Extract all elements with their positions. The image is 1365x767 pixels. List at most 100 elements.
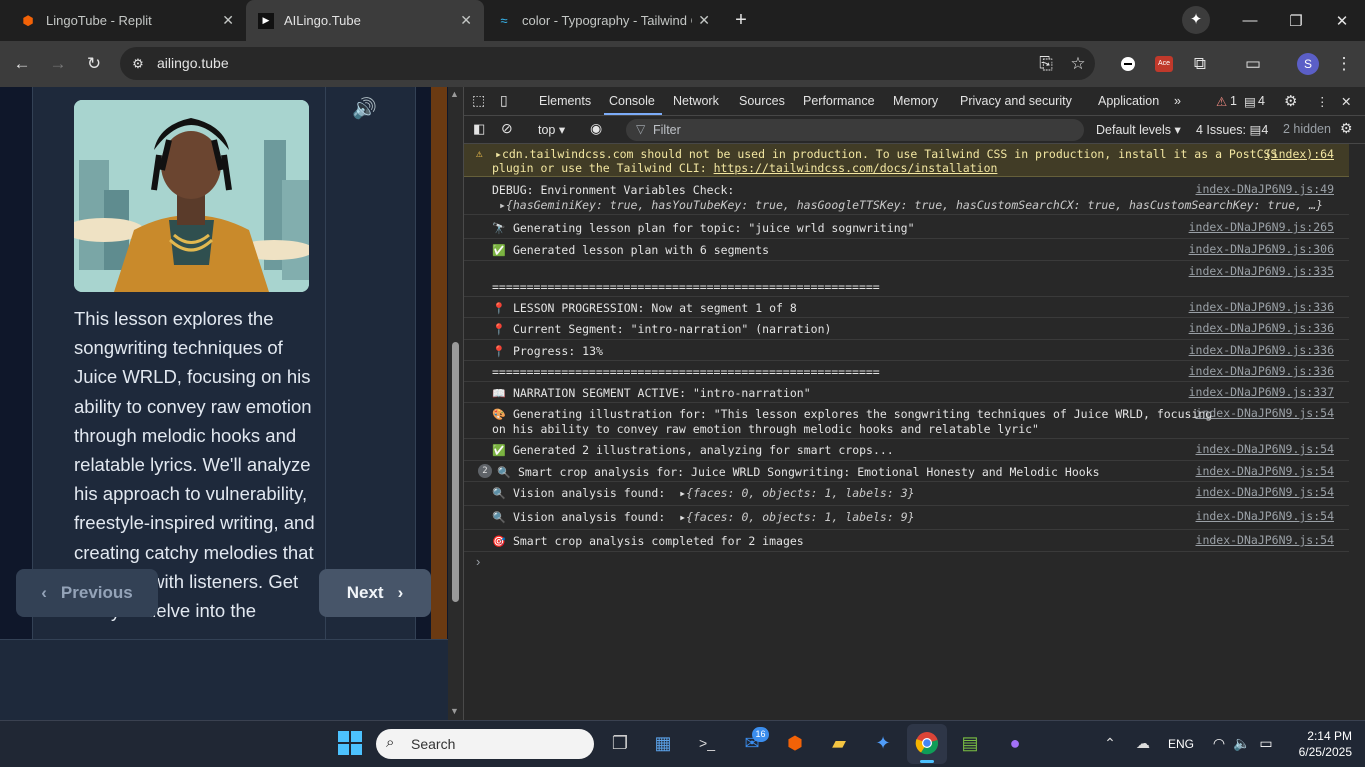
onedrive-icon[interactable]: ☁: [1128, 728, 1158, 758]
replit-app-icon[interactable]: ⬢: [780, 728, 810, 758]
settings-gear-icon[interactable]: ⚙: [1284, 92, 1297, 110]
source-link[interactable]: index-DNaJP6N9.js:306: [1189, 242, 1334, 256]
more-tabs-icon[interactable]: »: [1174, 94, 1181, 108]
notepad-app-icon[interactable]: ▤: [955, 728, 985, 758]
terminal-app-icon[interactable]: >_: [692, 728, 722, 758]
source-link[interactable]: index-DNaJP6N9.js:54: [1196, 509, 1334, 523]
github-app-icon[interactable]: ●: [1000, 728, 1030, 758]
issues-button[interactable]: 4 Issues: ▤4: [1196, 122, 1268, 137]
live-expression-eye-icon[interactable]: ◉: [590, 120, 602, 137]
windows-start-icon[interactable]: [335, 728, 365, 758]
battery-icon[interactable]: ▭: [1251, 728, 1281, 758]
url-text[interactable]: ailingo.tube: [157, 55, 229, 71]
tab-tailwind[interactable]: ≈ color - Typography - Tailwind C ✕: [484, 0, 722, 41]
filter-input[interactable]: ▽ Filter: [626, 119, 1084, 141]
photos-app-icon[interactable]: ▦: [648, 728, 678, 758]
close-window-button[interactable]: ✕: [1319, 0, 1365, 41]
target-icon: 🎯: [492, 535, 506, 548]
address-bar[interactable]: [120, 47, 1095, 80]
file-explorer-icon[interactable]: ▰: [824, 728, 854, 758]
source-link[interactable]: index-DNaJP6N9.js:336: [1189, 300, 1334, 314]
source-link[interactable]: index-DNaJP6N9.js:336: [1189, 343, 1334, 357]
warning-count[interactable]: 1: [1230, 94, 1237, 108]
object-preview[interactable]: {faces: 0, objects: 1, labels: 3}: [686, 486, 914, 500]
tab-memory[interactable]: Memory: [893, 94, 938, 108]
back-icon[interactable]: ←: [8, 50, 36, 78]
clear-console-icon[interactable]: ⊘: [501, 120, 513, 137]
source-link[interactable]: index-DNaJP6N9.js:336: [1189, 321, 1334, 335]
extensions-puzzle-icon[interactable]: ⧉: [1186, 50, 1214, 78]
speaker-icon[interactable]: 🔊: [352, 96, 377, 121]
profile-avatar[interactable]: S: [1297, 53, 1319, 75]
message-count[interactable]: 4: [1258, 94, 1265, 108]
copilot-app-icon[interactable]: ✦: [868, 728, 898, 758]
source-link[interactable]: index-DNaJP6N9.js:337: [1189, 385, 1334, 399]
device-toolbar-icon[interactable]: ▯: [500, 92, 508, 109]
close-icon[interactable]: ✕: [698, 12, 710, 29]
ailingo-icon: ▶: [258, 12, 274, 29]
close-icon[interactable]: ✕: [222, 12, 234, 29]
log-levels-select[interactable]: Default levels ▾: [1096, 122, 1181, 137]
page-scrollbar[interactable]: ▲ ▼: [448, 87, 463, 720]
source-link[interactable]: index-DNaJP6N9.js:265: [1189, 220, 1334, 234]
previous-button[interactable]: ‹ Previous: [16, 569, 158, 617]
source-link[interactable]: index-DNaJP6N9.js:54: [1196, 533, 1334, 547]
clock[interactable]: 2:14 PM 6/25/2025: [1290, 728, 1352, 760]
close-devtools-icon[interactable]: ✕: [1341, 94, 1351, 109]
source-link[interactable]: index-DNaJP6N9.js:49: [1196, 182, 1334, 196]
tab-console[interactable]: Console: [609, 94, 655, 108]
gemini-icon[interactable]: ✦: [1182, 6, 1210, 34]
scrollbar-thumb[interactable]: [452, 342, 459, 602]
scroll-down-icon[interactable]: ▼: [450, 706, 459, 716]
site-info-icon[interactable]: ⚙: [128, 54, 148, 74]
maximize-button[interactable]: ❐: [1273, 0, 1319, 41]
source-link[interactable]: index-DNaJP6N9.js:335: [1189, 264, 1334, 278]
taskbar-search[interactable]: ⌕ Search: [376, 729, 594, 759]
reload-icon[interactable]: ↻: [80, 50, 108, 78]
forward-icon[interactable]: →: [44, 50, 72, 78]
tab-search-icon[interactable]: ▭: [1239, 50, 1267, 78]
devtools-menu-icon[interactable]: ⋮: [1316, 94, 1329, 109]
source-link[interactable]: index-DNaJP6N9.js:336: [1189, 364, 1334, 378]
source-link[interactable]: index-DNaJP6N9.js:54: [1196, 406, 1334, 420]
close-icon[interactable]: ✕: [460, 12, 472, 29]
pin-icon: 📍: [492, 345, 506, 358]
source-link[interactable]: index-DNaJP6N9.js:54: [1196, 485, 1334, 499]
inspect-element-icon[interactable]: ⬚: [472, 92, 485, 109]
menu-kebab-icon[interactable]: ⋮: [1330, 50, 1358, 78]
install-app-icon[interactable]: ⎘: [1032, 50, 1060, 78]
tray-overflow-icon[interactable]: ⌃: [1095, 728, 1125, 758]
tab-application[interactable]: Application: [1098, 94, 1159, 108]
new-tab-button[interactable]: +: [730, 9, 752, 31]
language-indicator[interactable]: ENG: [1168, 737, 1194, 751]
docs-link[interactable]: https://tailwindcss.com/docs/installatio…: [714, 161, 998, 175]
bookmark-star-icon[interactable]: ☆: [1064, 50, 1092, 78]
object-preview[interactable]: {hasGeminiKey: true, hasYouTubeKey: true…: [506, 198, 1323, 212]
tab-network[interactable]: Network: [673, 94, 719, 108]
tab-privacy-security[interactable]: Privacy and security: [960, 94, 1072, 108]
expand-arrow-icon[interactable]: ▸: [495, 147, 502, 161]
tab-performance[interactable]: Performance: [803, 94, 875, 108]
console-prompt-icon[interactable]: ›: [476, 554, 480, 569]
adblock-extension-icon[interactable]: Ace: [1150, 50, 1178, 78]
scroll-up-icon[interactable]: ▲: [450, 89, 459, 99]
tab-ailingo[interactable]: ▶ AILingo.Tube ✕: [246, 0, 484, 41]
extension-icon[interactable]: [1114, 50, 1142, 78]
console-settings-icon[interactable]: ⚙: [1340, 120, 1353, 137]
sidebar-toggle-icon[interactable]: ◧: [473, 121, 485, 137]
source-link[interactable]: (index):64: [1265, 147, 1334, 161]
expand-arrow-icon[interactable]: ▸: [499, 198, 506, 212]
context-select[interactable]: top ▾: [538, 122, 565, 137]
next-button[interactable]: Next ›: [319, 569, 431, 617]
task-view-icon[interactable]: ❐: [605, 728, 635, 758]
source-link[interactable]: index-DNaJP6N9.js:54: [1196, 442, 1334, 456]
tab-sources[interactable]: Sources: [739, 94, 785, 108]
tab-lingotube-replit[interactable]: ⬢ LingoTube - Replit ✕: [8, 0, 246, 41]
minimize-button[interactable]: —: [1227, 0, 1273, 41]
tab-elements[interactable]: Elements: [539, 94, 591, 108]
source-link[interactable]: index-DNaJP6N9.js:54: [1196, 464, 1334, 478]
warning-icon[interactable]: ⚠: [1216, 94, 1227, 109]
console-input[interactable]: [488, 552, 1348, 572]
object-preview[interactable]: {faces: 0, objects: 1, labels: 9}: [686, 510, 914, 524]
chrome-app-icon[interactable]: [912, 728, 942, 758]
